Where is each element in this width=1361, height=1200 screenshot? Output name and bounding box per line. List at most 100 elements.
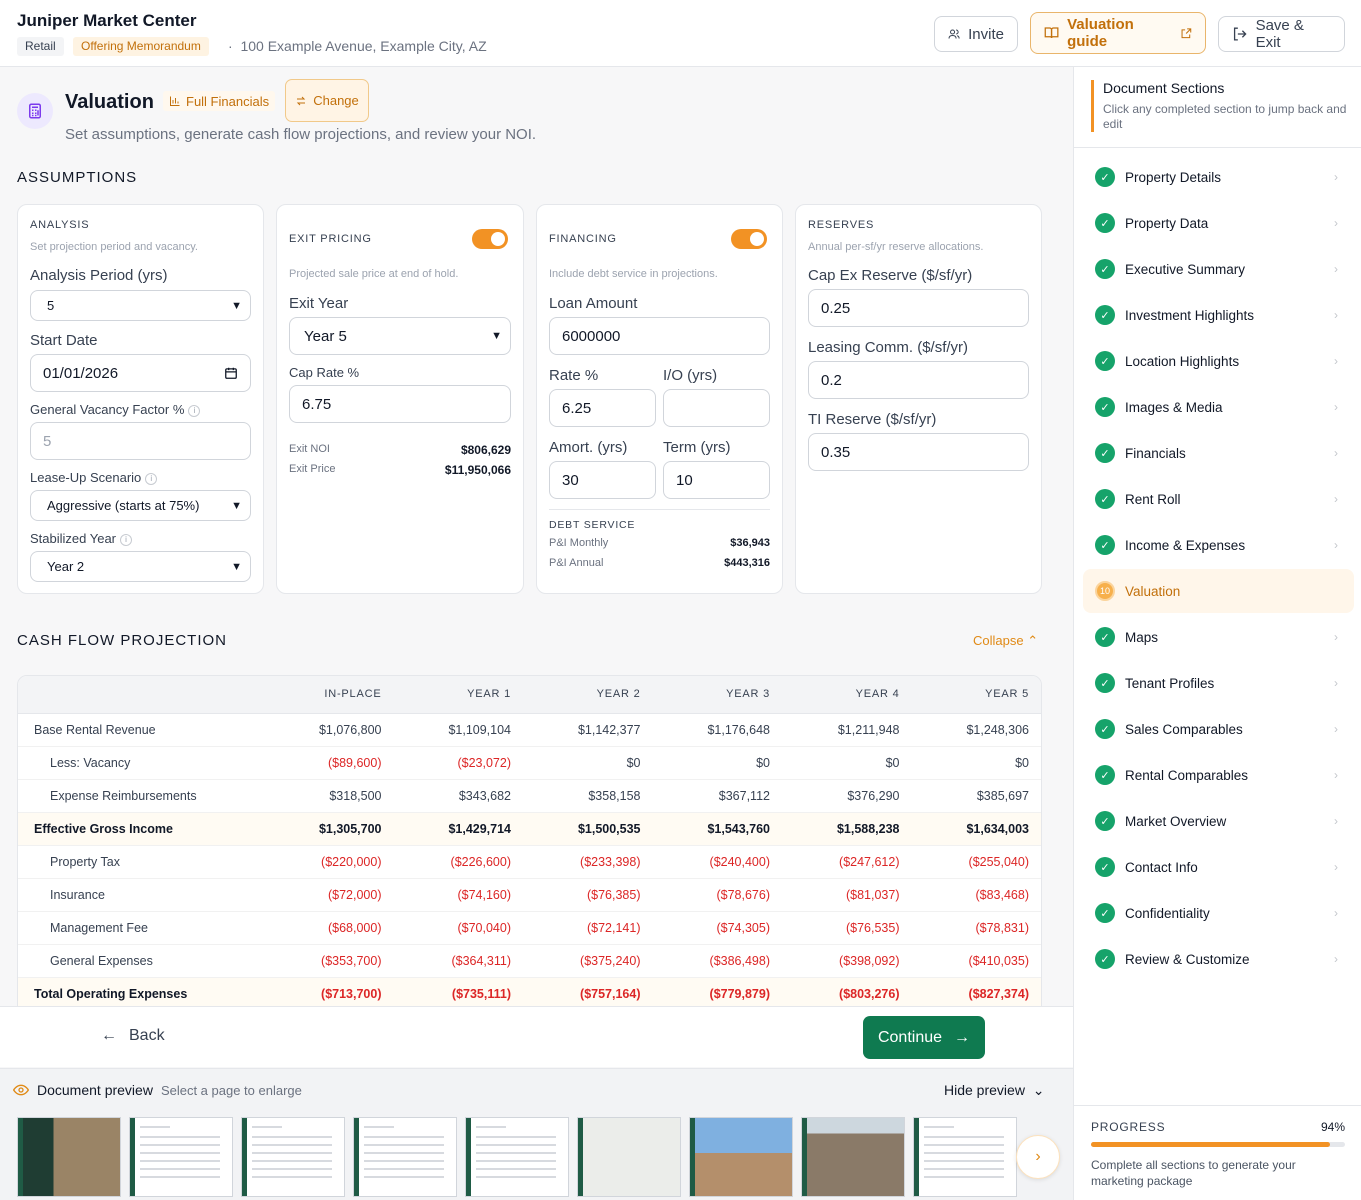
chevron-right-icon: › [1334, 630, 1338, 644]
calendar-icon[interactable] [224, 366, 238, 380]
page-thumbnail[interactable] [129, 1117, 233, 1197]
table-cell: $0 [782, 746, 912, 780]
calculator-icon [17, 93, 53, 129]
divider [1074, 147, 1361, 148]
progress-note: Complete all sections to generate your m… [1091, 1158, 1296, 1188]
thumbnail-line [924, 1160, 1004, 1162]
page-thumbnail[interactable] [17, 1117, 121, 1197]
lease-up-select[interactable]: Aggressive (starts at 75%) ▼ [30, 490, 251, 521]
exit-noi-label: Exit NOI [289, 443, 330, 455]
table-cell: $376,290 [782, 779, 912, 813]
loan-amount-input[interactable]: 6000000 [549, 317, 770, 355]
sidebar-item-executive-summary[interactable]: ✓ Executive Summary › [1083, 247, 1354, 291]
table-cell: $1,500,535 [523, 812, 653, 846]
sidebar-item-confidentiality[interactable]: ✓ Confidentiality › [1083, 891, 1354, 935]
row-label: Expense Reimbursements [18, 779, 264, 813]
thumbnail-line [252, 1136, 332, 1138]
chevron-right-icon: › [1334, 860, 1338, 874]
chevron-right-icon: › [1334, 676, 1338, 690]
exit-year-select[interactable]: Year 5 ▼ [289, 317, 511, 355]
rate-input[interactable]: 6.25 [549, 389, 656, 427]
next-page-button[interactable]: › [1016, 1135, 1060, 1179]
collapse-button[interactable]: Collapse ⌃ [973, 633, 1038, 649]
page-thumbnail[interactable] [801, 1117, 905, 1197]
sidebar-item-market-overview[interactable]: ✓ Market Overview › [1083, 799, 1354, 843]
check-icon: ✓ [1095, 627, 1115, 647]
io-input[interactable] [663, 389, 770, 427]
sidebar-item-valuation[interactable]: 10 Valuation [1083, 569, 1354, 613]
page-thumbnail[interactable] [577, 1117, 681, 1197]
sidebar-item-maps[interactable]: ✓ Maps › [1083, 615, 1354, 659]
stabilized-year-select[interactable]: Year 2 ▼ [30, 551, 251, 582]
table-cell: $1,076,800 [264, 713, 394, 747]
sidebar-item-sales-comparables[interactable]: ✓ Sales Comparables › [1083, 707, 1354, 751]
table-cell: ($78,676) [652, 878, 782, 912]
column-header: YEAR 1 [393, 676, 523, 714]
change-button[interactable]: Change [285, 79, 369, 122]
sidebar-item-income-expenses[interactable]: ✓ Income & Expenses › [1083, 523, 1354, 567]
table-cell: $318,500 [264, 779, 394, 813]
leasing-comm-input[interactable]: 0.2 [808, 361, 1029, 399]
exit-pricing-description: Projected sale price at end of hold. [289, 268, 459, 280]
sidebar-item-location-highlights[interactable]: ✓ Location Highlights › [1083, 339, 1354, 383]
full-financials-link[interactable]: Full Financials [163, 91, 276, 111]
sidebar-item-property-details[interactable]: ✓ Property Details › [1083, 155, 1354, 199]
back-button[interactable]: ← Back [101, 1027, 165, 1045]
amort-input[interactable]: 30 [549, 461, 656, 499]
sidebar-item-review-customize[interactable]: ✓ Review & Customize › [1083, 937, 1354, 981]
vacancy-input[interactable]: 5 [30, 422, 251, 460]
table-cell: ($72,141) [523, 911, 653, 945]
sidebar-item-rent-roll[interactable]: ✓ Rent Roll › [1083, 477, 1354, 521]
check-icon: ✓ [1095, 949, 1115, 969]
start-date-input[interactable]: 01/01/2026 [30, 354, 251, 392]
info-icon[interactable]: i [120, 533, 133, 546]
continue-button[interactable]: Continue → [863, 1016, 985, 1059]
hide-preview-button[interactable]: Hide preview ⌄ [944, 1082, 1044, 1099]
invite-button[interactable]: Invite [934, 16, 1018, 52]
capex-input[interactable]: 0.25 [808, 289, 1029, 327]
sidebar-item-label: Income & Expenses [1125, 537, 1246, 553]
column-header: YEAR 5 [911, 676, 1041, 714]
page-thumbnail[interactable] [913, 1117, 1017, 1197]
sidebar-item-rental-comparables[interactable]: ✓ Rental Comparables › [1083, 753, 1354, 797]
thumbnail-line [476, 1126, 506, 1128]
sidebar-item-contact-info[interactable]: ✓ Contact Info › [1083, 845, 1354, 889]
table-cell: ($410,035) [911, 944, 1041, 978]
check-icon: ✓ [1095, 903, 1115, 923]
exit-pricing-card: EXIT PRICING Projected sale price at end… [276, 204, 524, 594]
page-thumbnail[interactable] [241, 1117, 345, 1197]
sidebar-item-tenant-profiles[interactable]: ✓ Tenant Profiles › [1083, 661, 1354, 705]
page-thumbnail[interactable] [465, 1117, 569, 1197]
chevron-right-icon: › [1334, 262, 1338, 276]
valuation-guide-button[interactable]: Valuation guide [1030, 12, 1206, 54]
capex-label: Cap Ex Reserve ($/sf/yr) [808, 267, 973, 284]
sidebar-item-financials[interactable]: ✓ Financials › [1083, 431, 1354, 475]
exit-pricing-toggle[interactable] [472, 229, 508, 249]
sidebar-item-investment-highlights[interactable]: ✓ Investment Highlights › [1083, 293, 1354, 337]
sidebar-item-property-data[interactable]: ✓ Property Data › [1083, 201, 1354, 245]
info-icon[interactable]: i [188, 404, 201, 417]
thumbnail-accent [354, 1118, 359, 1196]
lease-up-label: Lease-Up Scenario i [30, 470, 158, 485]
financing-toggle[interactable] [731, 229, 767, 249]
sidebar-subtitle: Click any completed section to jump back… [1103, 102, 1347, 131]
chevron-down-icon: ▼ [231, 560, 242, 573]
thumbnail-accent [242, 1118, 247, 1196]
table-cell: $1,429,714 [393, 812, 523, 846]
save-exit-button[interactable]: Save & Exit [1218, 16, 1345, 52]
chevron-right-icon: › [1334, 308, 1338, 322]
ti-reserve-input[interactable]: 0.35 [808, 433, 1029, 471]
term-input[interactable]: 10 [663, 461, 770, 499]
users-icon [948, 29, 960, 39]
page-thumbnail[interactable] [689, 1117, 793, 1197]
analysis-period-select[interactable]: 5 ▼ [30, 290, 251, 321]
cash-flow-heading: CASH FLOW PROJECTION [17, 632, 228, 649]
sidebar-item-images-media[interactable]: ✓ Images & Media › [1083, 385, 1354, 429]
row-label: Insurance [18, 878, 264, 912]
property-address: · 100 Example Avenue, Example City, AZ [228, 38, 487, 54]
chevron-up-icon: ⌃ [1027, 633, 1039, 648]
amort-value: 30 [562, 471, 579, 489]
page-thumbnail[interactable] [353, 1117, 457, 1197]
cap-rate-input[interactable]: 6.75 [289, 385, 511, 423]
info-icon[interactable]: i [145, 472, 158, 485]
